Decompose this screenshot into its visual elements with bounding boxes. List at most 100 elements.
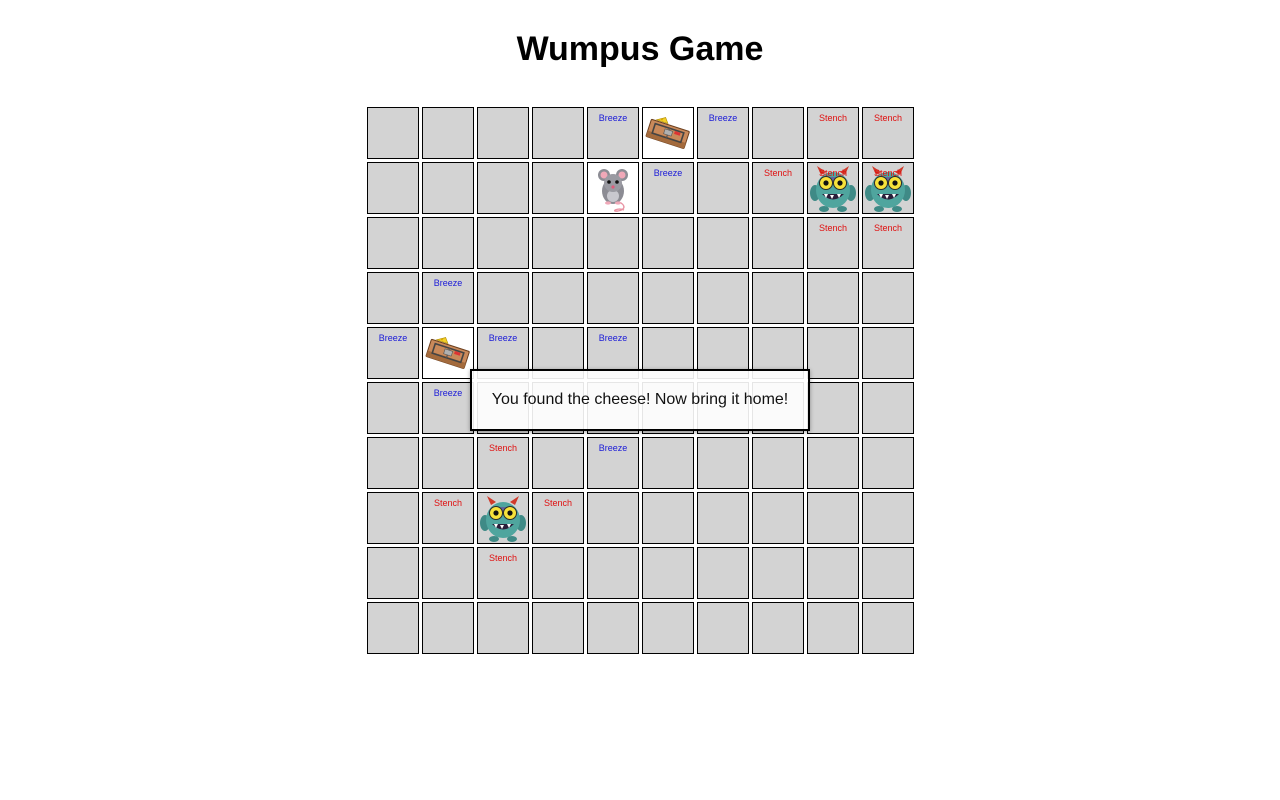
grid-cell[interactable] (367, 437, 419, 489)
grid-cell[interactable] (367, 382, 419, 434)
grid-cell[interactable] (642, 547, 694, 599)
grid-cell[interactable] (367, 162, 419, 214)
grid-cell[interactable] (532, 547, 584, 599)
grid-cell[interactable] (642, 492, 694, 544)
grid-cell[interactable]: Stench (862, 162, 914, 214)
breeze-hint: Breeze (708, 113, 738, 123)
grid-cell[interactable] (642, 217, 694, 269)
grid-cell[interactable] (422, 217, 474, 269)
grid-cell[interactable] (697, 437, 749, 489)
grid-cell[interactable]: Stench (807, 107, 859, 159)
grid-cell[interactable]: Stench (477, 437, 529, 489)
grid-cell[interactable] (367, 217, 419, 269)
grid-cell[interactable]: Breeze (587, 107, 639, 159)
grid-cell[interactable] (862, 547, 914, 599)
grid-cell[interactable] (367, 547, 419, 599)
grid-cell[interactable] (477, 492, 529, 544)
grid-cell[interactable] (477, 107, 529, 159)
stench-hint: Stench (818, 223, 848, 233)
grid-cell[interactable] (862, 437, 914, 489)
grid-cell[interactable]: Breeze (422, 382, 474, 434)
grid-cell[interactable] (367, 107, 419, 159)
grid-cell[interactable] (807, 272, 859, 324)
stench-hint: Stench (873, 113, 903, 123)
grid-cell[interactable] (697, 547, 749, 599)
grid-cell[interactable]: Breeze (587, 437, 639, 489)
grid-cell[interactable]: Breeze (642, 162, 694, 214)
stench-hint: Stench (488, 443, 518, 453)
grid-cell[interactable] (422, 107, 474, 159)
grid-cell[interactable] (422, 547, 474, 599)
grid-cell[interactable] (642, 107, 694, 159)
grid-cell[interactable] (477, 162, 529, 214)
grid-cell[interactable] (477, 217, 529, 269)
page-title: Wumpus Game (516, 30, 764, 68)
grid-cell[interactable]: Stench (477, 547, 529, 599)
breeze-hint: Breeze (378, 333, 408, 343)
grid-cell[interactable] (422, 162, 474, 214)
grid-cell[interactable]: Stench (807, 162, 859, 214)
grid-cell[interactable] (752, 217, 804, 269)
grid-cell[interactable] (532, 107, 584, 159)
grid-cell[interactable] (532, 272, 584, 324)
grid-cell[interactable] (642, 272, 694, 324)
grid-cell[interactable] (862, 602, 914, 654)
grid-cell[interactable]: Breeze (422, 272, 474, 324)
grid-cell[interactable] (807, 327, 859, 379)
grid-cell[interactable] (697, 492, 749, 544)
grid-cell[interactable] (587, 217, 639, 269)
grid-cell[interactable] (477, 272, 529, 324)
grid-cell[interactable] (587, 602, 639, 654)
grid-cell[interactable] (807, 492, 859, 544)
breeze-hint: Breeze (433, 388, 463, 398)
grid-cell[interactable] (587, 492, 639, 544)
grid-cell[interactable]: Stench (807, 217, 859, 269)
grid-cell[interactable] (367, 492, 419, 544)
grid-cell[interactable] (532, 602, 584, 654)
grid-cell[interactable] (422, 437, 474, 489)
grid-cell[interactable]: Breeze (367, 327, 419, 379)
grid-cell[interactable] (367, 602, 419, 654)
grid-cell[interactable] (587, 272, 639, 324)
grid-cell[interactable] (862, 382, 914, 434)
grid-cell[interactable] (642, 437, 694, 489)
grid-cell[interactable] (752, 602, 804, 654)
grid-cell[interactable] (807, 382, 859, 434)
grid-cell[interactable] (752, 272, 804, 324)
grid-cell[interactable] (752, 492, 804, 544)
grid-cell[interactable] (697, 162, 749, 214)
grid-cell[interactable]: Breeze (697, 107, 749, 159)
grid-cell[interactable] (697, 217, 749, 269)
grid-cell[interactable] (422, 602, 474, 654)
grid-cell[interactable] (642, 602, 694, 654)
grid-cell[interactable] (532, 162, 584, 214)
grid-cell[interactable] (862, 272, 914, 324)
grid-cell[interactable] (422, 327, 474, 379)
grid-cell[interactable] (752, 107, 804, 159)
stench-hint: Stench (818, 168, 848, 178)
grid-cell[interactable] (532, 437, 584, 489)
grid-cell[interactable] (807, 547, 859, 599)
grid-cell[interactable] (697, 272, 749, 324)
status-message: You found the cheese! Now bring it home! (470, 369, 810, 431)
grid-cell[interactable] (807, 437, 859, 489)
grid-cell[interactable] (697, 602, 749, 654)
grid-cell[interactable] (587, 162, 639, 214)
grid-cell[interactable] (477, 602, 529, 654)
grid-cell[interactable] (807, 602, 859, 654)
grid-cell[interactable] (587, 547, 639, 599)
grid-cell[interactable] (862, 327, 914, 379)
grid-cell[interactable] (367, 272, 419, 324)
grid-cell[interactable]: Stench (862, 217, 914, 269)
grid-cell[interactable] (532, 217, 584, 269)
breeze-hint: Breeze (488, 333, 518, 343)
stench-hint: Stench (818, 113, 848, 123)
grid-cell[interactable]: Stench (532, 492, 584, 544)
grid-cell[interactable]: Stench (422, 492, 474, 544)
grid-cell[interactable]: Stench (862, 107, 914, 159)
stench-hint: Stench (873, 223, 903, 233)
grid-cell[interactable]: Stench (752, 162, 804, 214)
grid-cell[interactable] (862, 492, 914, 544)
grid-cell[interactable] (752, 437, 804, 489)
grid-cell[interactable] (752, 547, 804, 599)
